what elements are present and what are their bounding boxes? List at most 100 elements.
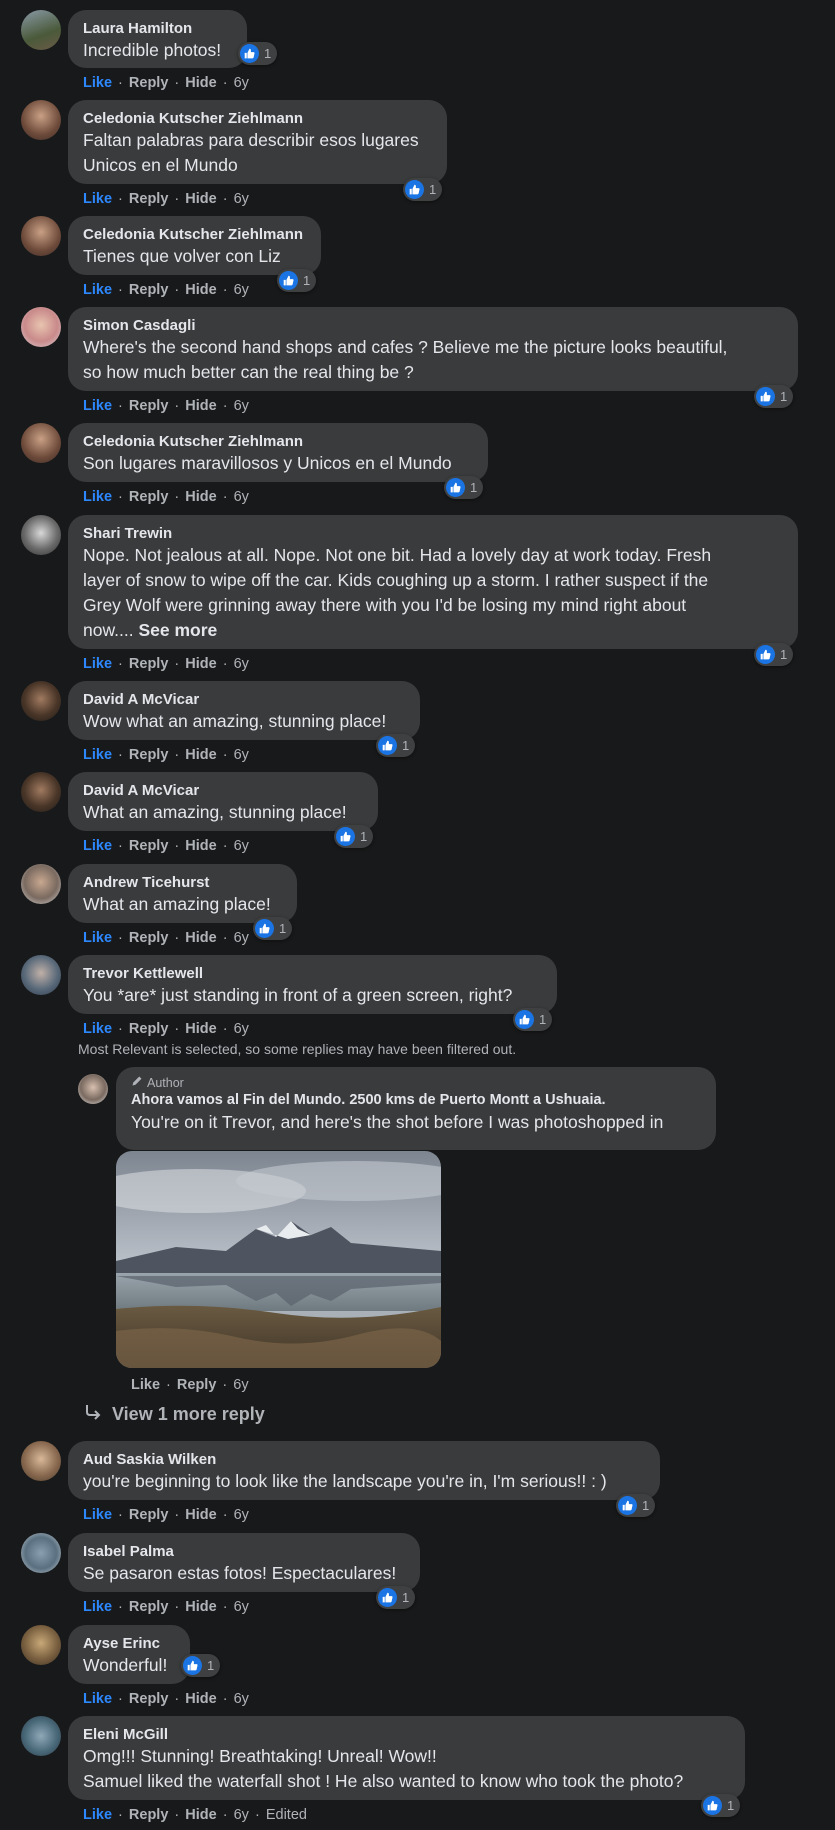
timestamp[interactable]: 6y <box>234 191 249 207</box>
hide-link[interactable]: Hide <box>185 1691 216 1707</box>
timestamp[interactable]: 6y <box>234 1021 249 1037</box>
reaction-count-badge[interactable]: 1 <box>181 1654 221 1677</box>
reply-link[interactable]: Reply <box>129 747 169 763</box>
avatar[interactable] <box>21 681 61 721</box>
comment-author[interactable]: David A McVicar <box>83 781 362 800</box>
reply-link[interactable]: Reply <box>129 1599 169 1615</box>
avatar[interactable] <box>21 423 61 463</box>
reply-link[interactable]: Reply <box>129 930 169 946</box>
avatar[interactable] <box>21 1625 61 1665</box>
avatar[interactable] <box>21 864 61 904</box>
timestamp[interactable]: 6y <box>234 747 249 763</box>
comment-author[interactable]: Celedonia Kutscher Ziehlmann <box>83 109 431 128</box>
timestamp[interactable]: 6y <box>234 1691 249 1707</box>
avatar[interactable] <box>21 1533 61 1573</box>
avatar[interactable] <box>21 307 61 347</box>
like-link[interactable]: Like <box>83 1807 112 1823</box>
reply-link[interactable]: Reply <box>129 1807 169 1823</box>
reply-link[interactable]: Reply <box>129 282 169 298</box>
like-link[interactable]: Like <box>83 656 112 672</box>
hide-link[interactable]: Hide <box>185 1599 216 1615</box>
timestamp[interactable]: 6y <box>234 75 249 91</box>
reaction-count-badge[interactable]: 1 <box>513 1008 553 1031</box>
reaction-count-badge[interactable]: 1 <box>754 643 794 666</box>
reaction-count-badge[interactable]: 1 <box>616 1494 656 1517</box>
like-link[interactable]: Like <box>131 1377 160 1393</box>
hide-link[interactable]: Hide <box>185 930 216 946</box>
avatar[interactable] <box>21 1441 61 1481</box>
timestamp[interactable]: 6y <box>234 489 249 505</box>
edited-label[interactable]: Edited <box>266 1807 307 1823</box>
like-link[interactable]: Like <box>83 75 112 91</box>
reply-link[interactable]: Reply <box>129 1691 169 1707</box>
avatar[interactable] <box>21 772 61 812</box>
like-link[interactable]: Like <box>83 398 112 414</box>
hide-link[interactable]: Hide <box>185 1507 216 1523</box>
comment-author[interactable]: Aud Saskia Wilken <box>83 1450 644 1469</box>
timestamp[interactable]: 6y <box>234 282 249 298</box>
reply-link[interactable]: Reply <box>177 1377 217 1393</box>
timestamp[interactable]: 6y <box>234 930 249 946</box>
reply-link[interactable]: Reply <box>129 838 169 854</box>
avatar[interactable] <box>21 100 61 140</box>
reply-link[interactable]: Reply <box>129 191 169 207</box>
reaction-count-badge[interactable]: 1 <box>238 42 278 65</box>
view-more-replies-link[interactable]: View 1 more reply <box>84 1404 265 1425</box>
hide-link[interactable]: Hide <box>185 656 216 672</box>
like-link[interactable]: Like <box>83 838 112 854</box>
comment-author[interactable]: David A McVicar <box>83 690 404 709</box>
timestamp[interactable]: 6y <box>233 1377 248 1393</box>
like-link[interactable]: Like <box>83 191 112 207</box>
timestamp[interactable]: 6y <box>234 656 249 672</box>
comment-author[interactable]: Simon Casdagli <box>83 316 782 335</box>
hide-link[interactable]: Hide <box>185 1807 216 1823</box>
comment-author[interactable]: Celedonia Kutscher Ziehlmann <box>83 432 472 451</box>
hide-link[interactable]: Hide <box>185 838 216 854</box>
avatar[interactable] <box>78 1074 108 1104</box>
comment-author[interactable]: Trevor Kettlewell <box>83 964 541 983</box>
timestamp[interactable]: 6y <box>234 838 249 854</box>
timestamp[interactable]: 6y <box>234 1599 249 1615</box>
hide-link[interactable]: Hide <box>185 282 216 298</box>
reply-link[interactable]: Reply <box>129 656 169 672</box>
comment-author[interactable]: Isabel Palma <box>83 1542 404 1561</box>
reply-link[interactable]: Reply <box>129 489 169 505</box>
hide-link[interactable]: Hide <box>185 489 216 505</box>
reaction-count-badge[interactable]: 1 <box>754 385 794 408</box>
reply-link[interactable]: Reply <box>129 75 169 91</box>
reply-link[interactable]: Reply <box>129 398 169 414</box>
like-link[interactable]: Like <box>83 1691 112 1707</box>
reply-photo[interactable] <box>116 1151 441 1368</box>
reaction-count-badge[interactable]: 1 <box>376 1586 416 1609</box>
hide-link[interactable]: Hide <box>185 75 216 91</box>
avatar[interactable] <box>21 1716 61 1756</box>
comment-author[interactable]: Ahora vamos al Fin del Mundo. 2500 kms d… <box>131 1091 700 1110</box>
see-more-link[interactable]: See more <box>138 620 217 640</box>
comment-author[interactable]: Ayse Erinc <box>83 1634 174 1653</box>
like-link[interactable]: Like <box>83 489 112 505</box>
hide-link[interactable]: Hide <box>185 191 216 207</box>
avatar[interactable] <box>21 10 61 50</box>
avatar[interactable] <box>21 216 61 256</box>
reaction-count-badge[interactable]: 1 <box>403 178 443 201</box>
comment-author[interactable]: Eleni McGill <box>83 1725 729 1744</box>
comment-author[interactable]: Laura Hamilton <box>83 19 231 38</box>
hide-link[interactable]: Hide <box>185 747 216 763</box>
reply-link[interactable]: Reply <box>129 1507 169 1523</box>
timestamp[interactable]: 6y <box>234 1807 249 1823</box>
like-link[interactable]: Like <box>83 747 112 763</box>
like-link[interactable]: Like <box>83 1507 112 1523</box>
timestamp[interactable]: 6y <box>234 398 249 414</box>
hide-link[interactable]: Hide <box>185 1021 216 1037</box>
timestamp[interactable]: 6y <box>234 1507 249 1523</box>
comment-author[interactable]: Celedonia Kutscher Ziehlmann <box>83 225 305 244</box>
reaction-count-badge[interactable]: 1 <box>277 269 317 292</box>
like-link[interactable]: Like <box>83 1021 112 1037</box>
avatar[interactable] <box>21 955 61 995</box>
reaction-count-badge[interactable]: 1 <box>376 734 416 757</box>
avatar[interactable] <box>21 515 61 555</box>
like-link[interactable]: Like <box>83 282 112 298</box>
reaction-count-badge[interactable]: 1 <box>253 917 293 940</box>
like-link[interactable]: Like <box>83 1599 112 1615</box>
reply-link[interactable]: Reply <box>129 1021 169 1037</box>
